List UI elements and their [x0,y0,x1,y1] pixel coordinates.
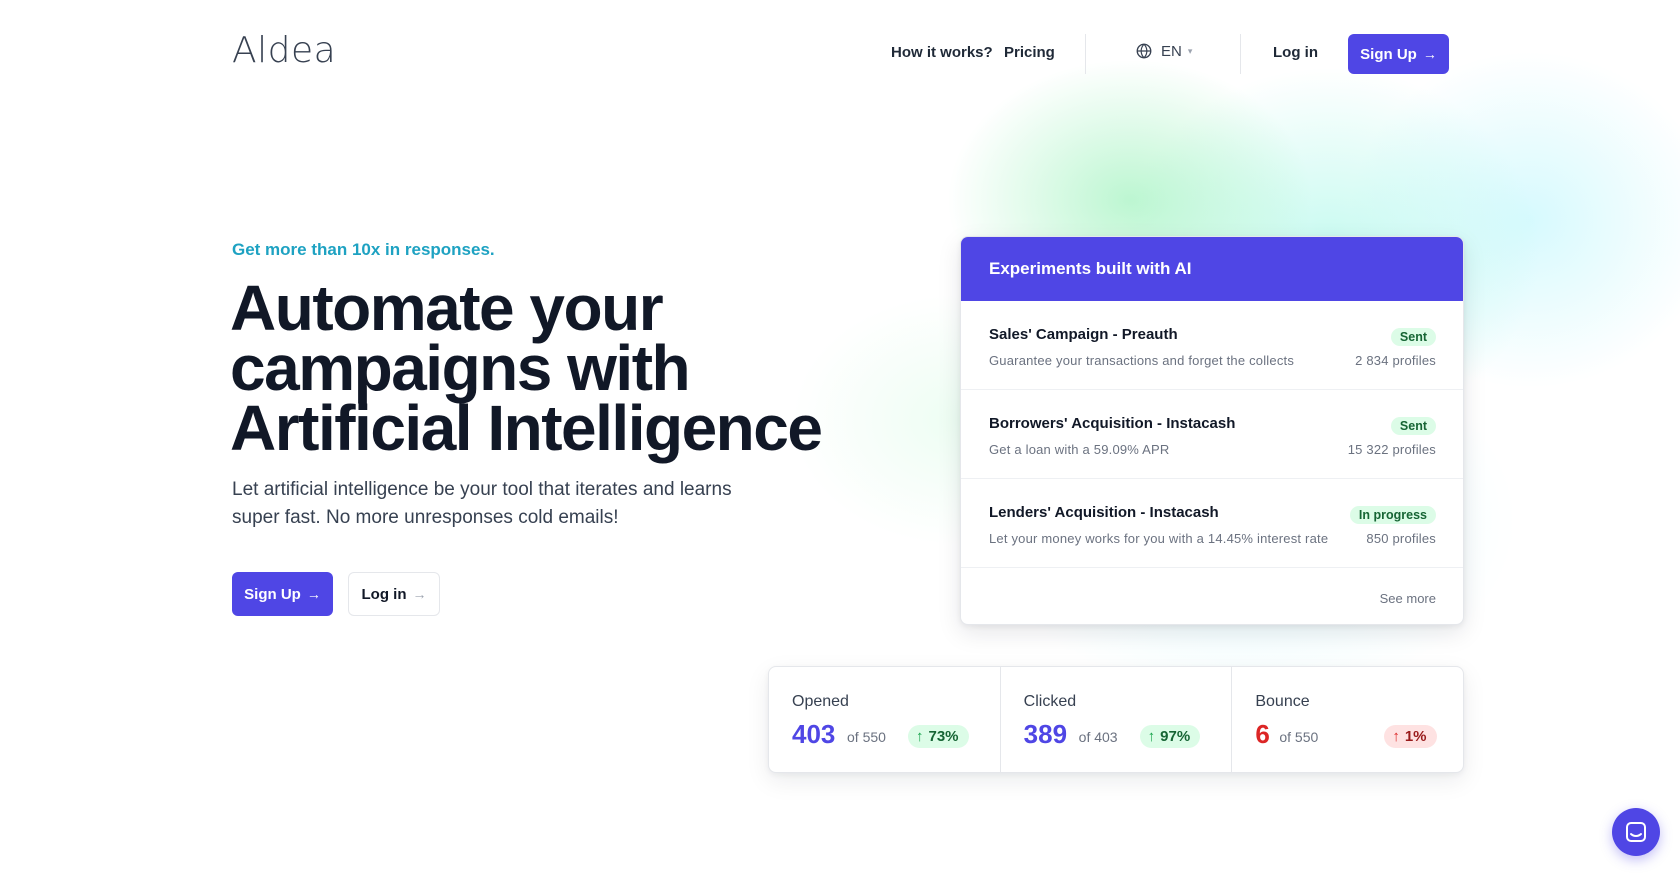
nav-divider [1085,34,1086,74]
stat-opened: Opened 403 of 550 ↑ 73% [769,667,1001,772]
experiment-item[interactable]: Sales' Campaign - Preauth Guarantee your… [961,301,1463,390]
hero-subtitle-line: super fast. No more unresponses cold ema… [232,507,619,528]
hero-subtitle: Let artificial intelligence be your tool… [232,476,752,532]
experiment-item[interactable]: Borrowers' Acquisition - Instacash Get a… [961,390,1463,479]
stat-label: Clicked [1023,693,1077,710]
arrow-right-icon: → [306,586,321,602]
nav-pricing[interactable]: Pricing [1004,44,1055,61]
arrow-up-icon: ↑ [1392,728,1400,745]
hero-signup-button[interactable]: Sign Up → [232,572,333,616]
experiment-title: Sales' Campaign - Preauth [989,326,1178,343]
header-signup-button[interactable]: Sign Up → [1348,34,1449,74]
stat-value: 403 [792,719,836,749]
stat-label: Opened [792,693,849,710]
experiment-title: Borrowers' Acquisition - Instacash [989,415,1236,432]
experiment-description: Let your money works for you with a 14.4… [989,531,1329,546]
hero-title-line: Artificial Intelligence [230,392,823,464]
site-header: Aldea How it works? Pricing EN ▾ Log in … [0,0,1680,108]
language-selector[interactable]: EN ▾ [1135,42,1192,60]
hero-title: Automate your campaigns with Artificial … [230,272,850,464]
stat-clicked: Clicked 389 of 403 ↑ 97% [1001,667,1233,772]
signup-label: Sign Up [244,585,301,603]
experiments-card: Experiments built with AI Sales' Campaig… [960,236,1464,625]
chat-icon [1626,822,1646,842]
status-badge: Sent [1390,417,1436,435]
stat-total: of 403 [1078,729,1118,745]
experiments-card-title: Experiments built with AI [989,259,1192,278]
status-badge: Sent [1390,328,1436,346]
arrow-up-icon: ↑ [916,728,924,745]
login-label: Log in [361,585,407,603]
hero-tagline: Get more than 10x in responses. [232,240,495,259]
globe-icon [1136,43,1152,59]
stats-card: Opened 403 of 550 ↑ 73% Clicked 389 of 4… [768,666,1464,773]
header-login-link[interactable]: Log in [1273,44,1318,61]
experiment-title: Lenders' Acquisition - Instacash [989,504,1219,521]
experiments-card-footer: See more [961,568,1463,624]
logo[interactable]: Aldea [232,30,336,71]
experiment-description: Get a loan with a 59.09% APR [989,442,1170,457]
profile-count: 850 profiles [1366,531,1436,546]
stat-change: 73% [928,728,959,745]
stat-total: of 550 [1279,729,1319,745]
hero-title-line: Automate your [230,272,664,344]
stat-bounce: Bounce 6 of 550 ↑ 1% [1232,667,1463,772]
nav-divider [1240,34,1241,74]
profile-count: 15 322 profiles [1347,442,1436,457]
arrow-up-icon: ↑ [1147,728,1156,745]
experiments-card-header: Experiments built with AI [961,237,1463,301]
profile-count: 2 834 profiles [1355,353,1436,368]
stat-label: Bounce [1255,693,1310,710]
status-badge: In progress [1349,506,1436,524]
chat-launcher-button[interactable] [1612,808,1660,856]
nav-how-it-works[interactable]: How it works? [891,44,993,61]
arrow-right-icon: → [412,586,427,602]
stat-change-badge: ↑ 1% [1384,725,1437,748]
stat-change: 97% [1160,728,1191,745]
experiment-item[interactable]: Lenders' Acquisition - Instacash Let you… [961,479,1463,568]
stat-change-badge: ↑ 73% [908,725,969,748]
signup-label: Sign Up [1360,45,1417,63]
stat-change-badge: ↑ 97% [1139,725,1201,748]
stat-total: of 550 [847,729,886,745]
stat-value: 6 [1255,719,1270,749]
hero-title-line: campaigns with [230,332,691,404]
stat-change: 1% [1404,728,1427,745]
arrow-right-icon: → [1422,46,1437,62]
see-more-link[interactable]: See more [1380,591,1436,606]
experiment-description: Guarantee your transactions and forget t… [989,353,1295,368]
stat-value: 389 [1023,719,1068,749]
chevron-down-icon: ▾ [1187,45,1193,56]
hero-login-button[interactable]: Log in → [348,572,440,616]
language-label: EN [1161,42,1182,60]
hero-subtitle-line: Let artificial intelligence be your tool… [232,479,732,500]
